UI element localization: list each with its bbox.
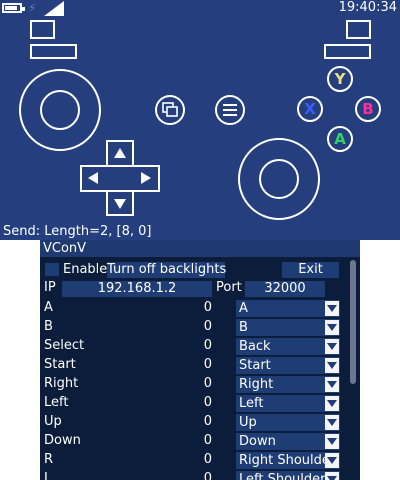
mapping-select-value: Back (239, 339, 271, 354)
chevron-down-icon[interactable] (325, 415, 339, 430)
chevron-down-icon[interactable] (325, 301, 339, 316)
mapping-select-9[interactable]: Left Shoulder (236, 471, 340, 480)
ip-input[interactable]: 192.168.1.2 (62, 281, 212, 297)
row-label-9: L (44, 471, 52, 480)
enable-checkbox[interactable] (44, 262, 60, 277)
row-value-9: 0 (203, 471, 212, 480)
chevron-down-icon[interactable] (325, 453, 339, 468)
menu-button (215, 95, 245, 125)
a-button: A (327, 126, 353, 152)
mapping-select-value: Right (239, 377, 274, 392)
chevron-down-icon[interactable] (325, 339, 339, 354)
enable-label: Enable (63, 262, 108, 277)
chevron-down-icon[interactable] (325, 396, 339, 411)
l-button (30, 44, 77, 59)
row-value-5: 0 (203, 395, 212, 410)
x-button: X (297, 96, 323, 122)
mapping-select-0[interactable]: A (236, 300, 340, 317)
ip-label: IP (44, 280, 56, 295)
r-button (324, 44, 371, 59)
row-label-3: Start (44, 357, 76, 372)
menu-icon (223, 104, 237, 116)
row-label-0: A (44, 300, 53, 315)
scrollbar[interactable] (350, 260, 356, 384)
port-label: Port (216, 280, 242, 295)
windows-icon (162, 102, 178, 117)
c-stick-knob (259, 159, 299, 199)
row-label-6: Up (44, 414, 62, 429)
battery-icon (2, 3, 25, 13)
chevron-down-icon[interactable] (325, 358, 339, 373)
clock: 19:40:34 (338, 0, 397, 15)
send-status: Send: Length=2, [8, 0] (3, 224, 152, 239)
chevron-down-icon[interactable] (325, 377, 339, 392)
mapping-select-value: A (239, 301, 248, 316)
zr-button (346, 20, 371, 39)
row-value-2: 0 (203, 338, 212, 353)
bottom-screen: VConV Enable Turn off backlights Exit IP… (40, 240, 360, 480)
b-button: B (355, 96, 381, 122)
row-value-4: 0 (203, 376, 212, 391)
row-value-1: 0 (203, 319, 212, 334)
row-label-5: Left (44, 395, 69, 410)
dpad-up-icon (114, 148, 126, 158)
app-title: VConV (40, 240, 360, 257)
dpad-down-icon (114, 199, 126, 209)
home-button (155, 95, 185, 125)
row-value-6: 0 (203, 414, 212, 429)
mapping-select-value: Up (239, 415, 257, 430)
mapping-select-2[interactable]: Back (236, 338, 340, 355)
exit-button[interactable]: Exit (282, 262, 339, 278)
row-value-3: 0 (203, 357, 212, 372)
y-button: Y (327, 66, 353, 92)
chevron-down-icon[interactable] (325, 434, 339, 449)
backlight-button[interactable]: Turn off backlights (107, 262, 226, 278)
wifi-icon: ⚡ (28, 1, 37, 15)
row-label-7: Down (44, 433, 81, 448)
dpad (80, 140, 160, 216)
mapping-select-5[interactable]: Left (236, 395, 340, 412)
row-label-8: R (44, 452, 54, 467)
zl-button (30, 20, 55, 39)
mapping-select-3[interactable]: Start (236, 357, 340, 374)
mapping-select-4[interactable]: Right (236, 376, 340, 393)
mapping-select-7[interactable]: Down (236, 433, 340, 450)
circle-pad-knob (40, 90, 80, 130)
mapping-select-value: Right Shoulder (239, 453, 325, 468)
dpad-right-icon (141, 172, 151, 184)
top-screen: ⚡ 19:40:34 Y X B A Send: Length=2, [8, 0… (0, 0, 400, 240)
row-label-4: Right (44, 376, 79, 391)
mapping-select-1[interactable]: B (236, 319, 340, 336)
port-input[interactable]: 32000 (245, 281, 325, 297)
mapping-select-value: Left Shoulder (239, 472, 325, 480)
mapping-select-value: Start (239, 358, 271, 373)
row-value-8: 0 (203, 452, 212, 467)
mapping-select-value: Down (239, 434, 276, 449)
mapping-select-6[interactable]: Up (236, 414, 340, 431)
row-value-0: 0 (203, 300, 212, 315)
mapping-select-value: Left (239, 396, 264, 411)
chevron-down-icon[interactable] (325, 472, 339, 480)
row-label-2: Select (44, 338, 85, 353)
signal-icon (44, 1, 64, 16)
mapping-select-value: B (239, 320, 248, 335)
row-label-1: B (44, 319, 53, 334)
mapping-select-8[interactable]: Right Shoulder (236, 452, 340, 469)
dpad-left-icon (88, 172, 98, 184)
row-value-7: 0 (203, 433, 212, 448)
chevron-down-icon[interactable] (325, 320, 339, 335)
